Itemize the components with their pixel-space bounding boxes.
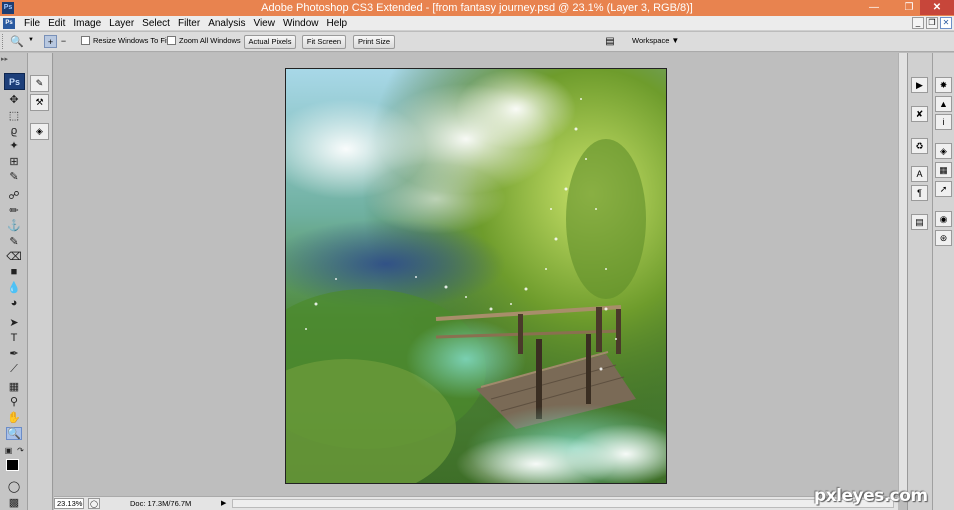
foreground-color-swatch[interactable] xyxy=(6,459,19,471)
status-info-icon[interactable]: ◯ xyxy=(88,498,100,509)
bridge-icon[interactable]: ▤ xyxy=(603,35,617,48)
doc-restore-button[interactable]: ❐ xyxy=(926,17,938,29)
zoom-all-windows-checkbox[interactable]: Zoom All Windows xyxy=(167,36,241,45)
lasso-tool-icon[interactable]: ϱ xyxy=(6,125,22,138)
zoom-level-field[interactable]: 23.13% xyxy=(54,498,84,509)
paths-panel-icon[interactable]: ➚ xyxy=(935,181,952,197)
layers-panel-icon[interactable]: ◈ xyxy=(935,143,952,159)
document-image[interactable] xyxy=(285,68,667,484)
window-title: Adobe Photoshop CS3 Extended - [from fan… xyxy=(261,2,693,14)
maximize-button[interactable]: ❐ xyxy=(896,0,922,15)
clone-stamp-tool-icon[interactable]: ⚓ xyxy=(6,220,22,233)
workspace-label: Workspace xyxy=(632,36,670,45)
healing-brush-tool-icon[interactable]: ☍ xyxy=(6,190,22,203)
resize-windows-label: Resize Windows To Fit xyxy=(93,36,169,45)
info-circle-panel-icon[interactable]: i xyxy=(935,114,952,130)
menu-items: File Edit Image Layer Select Filter Anal… xyxy=(20,16,351,31)
right-panel-dock-icons: ▶ ✘ ♻ A ¶ ▤ xyxy=(907,53,932,510)
blur-tool-icon[interactable]: 💧 xyxy=(6,282,22,295)
document-size: Doc: 17.3M/76.7M xyxy=(130,499,192,508)
default-colors-icon[interactable]: ▣ xyxy=(3,444,14,457)
brushes-panel-icon[interactable]: ✎ xyxy=(30,75,49,92)
minimize-button[interactable]: — xyxy=(861,0,887,15)
histogram-panel-icon[interactable]: ▲ xyxy=(935,96,952,112)
path-selection-tool-icon[interactable]: ➤ xyxy=(6,317,22,330)
horizontal-scrollbar[interactable] xyxy=(232,499,894,508)
doc-minimize-button[interactable]: _ xyxy=(912,17,924,29)
toolbox-collapse-icon[interactable]: ▸▸ xyxy=(1,55,27,64)
crop-tool-icon[interactable]: ⊞ xyxy=(6,156,22,169)
color-panel-icon[interactable]: ✸ xyxy=(935,77,952,93)
right-panel-dock-main: ✸ ▲ i ◈ ▦ ➚ ◉ ⊛ xyxy=(932,53,954,510)
zoom-in-mode-button[interactable]: + xyxy=(44,35,57,48)
navigator-panel-icon[interactable]: ▶ xyxy=(911,77,928,93)
styles-panel-icon[interactable]: ◉ xyxy=(935,211,952,227)
doc-close-button[interactable]: ✕ xyxy=(940,17,952,29)
zoom-all-label: Zoom All Windows xyxy=(179,36,241,45)
watermark: pxleyes.com xyxy=(814,486,928,506)
zoom-out-mode-button[interactable]: − xyxy=(57,35,70,48)
quick-mask-icon[interactable]: ◯ xyxy=(6,481,22,494)
print-size-button[interactable]: Print Size xyxy=(353,35,395,49)
resize-windows-checkbox[interactable]: Resize Windows To Fit xyxy=(81,36,169,45)
zoom-tool-preset-icon[interactable]: 🔍 xyxy=(10,35,24,48)
marquee-tool-icon[interactable]: ⬚ xyxy=(6,110,22,123)
zoom-all-checkbox-box[interactable] xyxy=(167,36,176,45)
workspace-menu[interactable]: Workspace ▼ xyxy=(632,36,679,45)
resize-windows-checkbox-box[interactable] xyxy=(81,36,90,45)
menu-help[interactable]: Help xyxy=(323,16,352,31)
tool-presets-panel-icon[interactable]: ⚒ xyxy=(30,94,49,111)
tool-preset-dropdown-icon[interactable]: ▼ xyxy=(28,37,34,43)
menu-edit[interactable]: Edit xyxy=(44,16,69,31)
status-bar: 23.13% ◯ Doc: 17.3M/76.7M ▶ xyxy=(54,496,898,510)
workspace-caret-icon: ▼ xyxy=(671,36,680,45)
pen-tool-icon[interactable]: ✒ xyxy=(6,348,22,361)
transform-panel-icon[interactable]: ⊛ xyxy=(935,230,952,246)
character-panel-icon[interactable]: A xyxy=(911,166,928,182)
slice-tool-icon[interactable]: ✎ xyxy=(6,171,22,184)
notes-tool-icon[interactable]: ▦ xyxy=(6,381,22,394)
brush-tool-icon[interactable]: ✏ xyxy=(6,205,22,218)
menu-analysis[interactable]: Analysis xyxy=(204,16,249,31)
clone-source-panel-icon[interactable]: ♻ xyxy=(911,138,928,154)
screen-mode-icon[interactable]: ▩ xyxy=(6,497,22,510)
zoom-tool-icon[interactable]: 🔍 xyxy=(6,427,22,440)
magic-wand-tool-icon[interactable]: ✦ xyxy=(6,140,22,153)
gradient-tool-icon[interactable]: ■ xyxy=(6,266,22,279)
vertical-scrollbar[interactable] xyxy=(898,53,907,496)
menu-view[interactable]: View xyxy=(249,16,279,31)
layer-comps-panel-icon[interactable]: ◈ xyxy=(30,123,49,140)
menu-bar: Ps File Edit Image Layer Select Filter A… xyxy=(0,16,954,31)
move-tool-icon[interactable]: ✥ xyxy=(6,94,22,107)
menu-filter[interactable]: Filter xyxy=(174,16,204,31)
paragraph-panel-icon[interactable]: ¶ xyxy=(911,185,928,201)
document-window-controls: _ ❐ ✕ xyxy=(912,17,952,29)
hand-tool-icon[interactable]: ✋ xyxy=(6,412,22,425)
close-button[interactable]: ✕ xyxy=(920,0,954,15)
ps-badge[interactable]: Ps xyxy=(4,73,25,90)
menu-window[interactable]: Window xyxy=(279,16,323,31)
channels-panel-icon[interactable]: ▦ xyxy=(935,162,952,178)
type-tool-icon[interactable]: T xyxy=(6,332,22,345)
fit-screen-button[interactable]: Fit Screen xyxy=(302,35,346,49)
history-brush-tool-icon[interactable]: ✎ xyxy=(6,236,22,249)
eraser-tool-icon[interactable]: ⌫ xyxy=(6,251,22,264)
menu-image[interactable]: Image xyxy=(69,16,105,31)
eyedropper-tool-icon[interactable]: ⚲ xyxy=(6,396,22,409)
options-bar: 🔍 ▼ + − Resize Windows To Fit Zoom All W… xyxy=(0,32,954,52)
dodge-tool-icon[interactable]: ◕ xyxy=(6,297,22,310)
swap-colors-icon[interactable]: ↷ xyxy=(15,444,26,457)
menu-layer[interactable]: Layer xyxy=(105,16,138,31)
menu-file[interactable]: File xyxy=(20,16,44,31)
options-bar-grip[interactable] xyxy=(2,34,5,49)
left-panel-dock: ✎ ⚒ ◈ xyxy=(28,53,53,510)
status-menu-arrow-icon[interactable]: ▶ xyxy=(221,498,226,509)
title-bar: Ps Adobe Photoshop CS3 Extended - [from … xyxy=(0,0,954,16)
info-panel-icon[interactable]: ▤ xyxy=(911,214,928,230)
document-icon[interactable]: Ps xyxy=(3,18,15,29)
menu-select[interactable]: Select xyxy=(138,16,174,31)
tools-panel-icon[interactable]: ✘ xyxy=(911,106,928,122)
actual-pixels-button[interactable]: Actual Pixels xyxy=(244,35,296,49)
line-tool-icon[interactable]: ⟋ xyxy=(6,363,22,376)
